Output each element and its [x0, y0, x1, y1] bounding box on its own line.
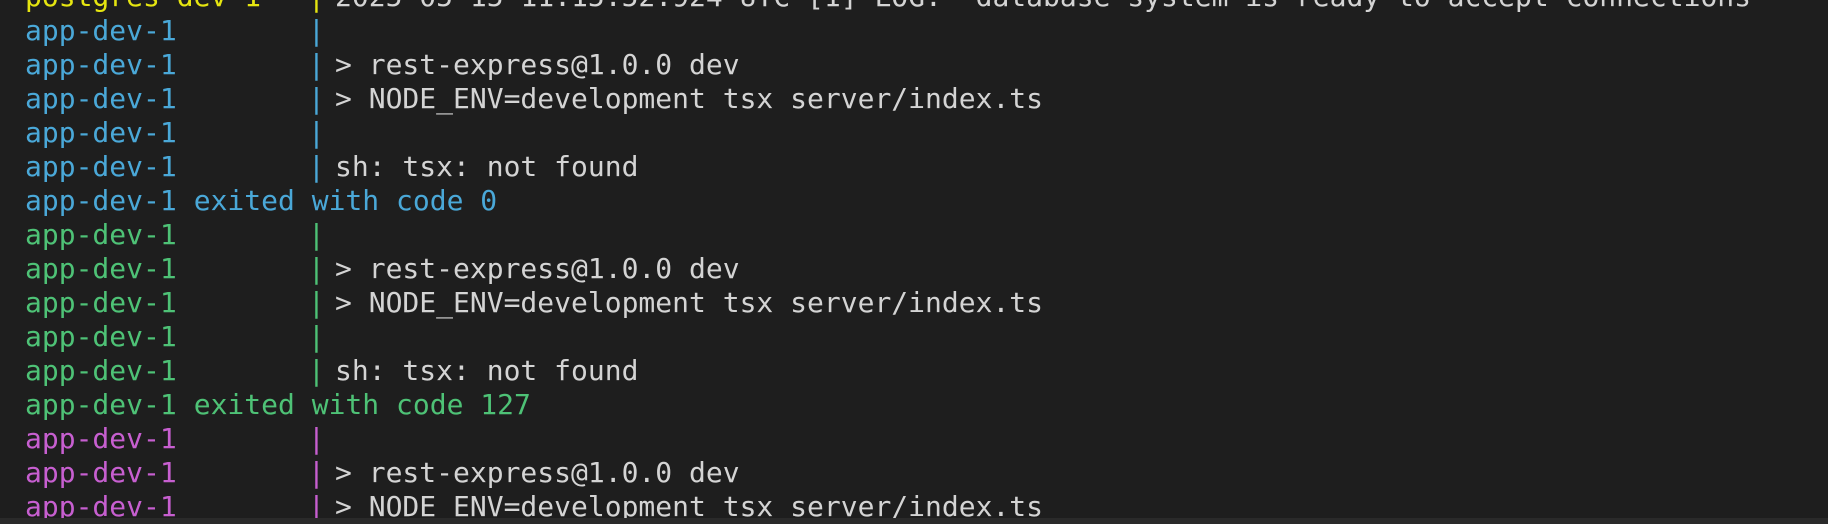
log-line-exit: app-dev-1 exited with code 0: [25, 184, 1828, 218]
exit-status: exited with code 127: [193, 388, 531, 421]
log-line: app-dev-1 |: [25, 320, 1828, 354]
service-name: app-dev-1: [25, 150, 177, 183]
separator-pipe: |: [308, 218, 325, 251]
separator-pipe: |: [308, 354, 325, 387]
service-name: app-dev-1: [25, 286, 177, 319]
log-line: app-dev-1 |: [25, 116, 1828, 150]
service-name: app-dev-1: [25, 354, 177, 387]
separator-pipe: |: [308, 456, 325, 489]
separator-pipe: |: [308, 150, 325, 183]
log-line: app-dev-1 | sh: tsx: not found: [25, 150, 1828, 184]
log-line: app-dev-1 | > rest-express@1.0.0 dev: [25, 252, 1828, 286]
log-line: postgres-dev-1|2025-05-15 11:15:52.924 U…: [25, 0, 1828, 14]
log-line: app-dev-1 |: [25, 218, 1828, 252]
log-message: > rest-express@1.0.0 dev: [335, 456, 740, 489]
service-name: app-dev-1: [25, 456, 177, 489]
service-name: app-dev-1: [25, 184, 177, 217]
log-output: postgres-dev-1|2025-05-15 11:15:52.924 U…: [25, 0, 1828, 524]
separator-pipe: |: [308, 116, 325, 149]
separator-pipe: |: [308, 82, 325, 115]
log-message: > rest-express@1.0.0 dev: [335, 48, 740, 81]
log-line: app-dev-1 |: [25, 14, 1828, 48]
separator-pipe: |: [308, 14, 325, 47]
service-name: app-dev-1: [25, 388, 177, 421]
separator-pipe: |: [308, 0, 335, 14]
log-message: > NODE_ENV=development tsx server/index.…: [335, 82, 1044, 115]
separator-pipe: |: [308, 286, 325, 319]
service-name: app-dev-1: [25, 218, 177, 251]
separator-pipe: |: [308, 320, 325, 353]
log-message: 2025-05-15 11:15:52.924 UTC [1] LOG: dat…: [335, 0, 1751, 13]
log-line: app-dev-1 | > NODE_ENV=development tsx ser…: [25, 82, 1828, 116]
log-message: sh: tsx: not found: [335, 354, 639, 387]
service-name: postgres-dev-1: [25, 0, 308, 14]
log-line-exit: app-dev-1 exited with code 127: [25, 388, 1828, 422]
log-message: > NODE_ENV=development tsx server/index.…: [335, 286, 1044, 319]
log-line: app-dev-1 | > NODE_ENV=development tsx ser…: [25, 286, 1828, 320]
log-line: app-dev-1 |: [25, 422, 1828, 456]
service-name: app-dev-1: [25, 252, 177, 285]
terminal-bottom-edge: [0, 518, 1828, 524]
service-name: app-dev-1: [25, 116, 177, 149]
log-message: sh: tsx: not found: [335, 150, 639, 183]
separator-pipe: |: [308, 252, 325, 285]
separator-pipe: |: [308, 48, 325, 81]
service-name: app-dev-1: [25, 320, 177, 353]
log-line: app-dev-1 | sh: tsx: not found: [25, 354, 1828, 388]
log-line: app-dev-1 | > rest-express@1.0.0 dev: [25, 456, 1828, 490]
log-line: app-dev-1 | > rest-express@1.0.0 dev: [25, 48, 1828, 82]
log-message: > rest-express@1.0.0 dev: [335, 252, 740, 285]
exit-status: exited with code 0: [193, 184, 498, 217]
service-name: app-dev-1: [25, 48, 177, 81]
service-name: app-dev-1: [25, 422, 177, 455]
service-name: app-dev-1: [25, 14, 177, 47]
terminal-window[interactable]: postgres-dev-1|2025-05-15 11:15:52.924 U…: [0, 0, 1828, 524]
service-name: app-dev-1: [25, 82, 177, 115]
separator-pipe: |: [308, 422, 325, 455]
